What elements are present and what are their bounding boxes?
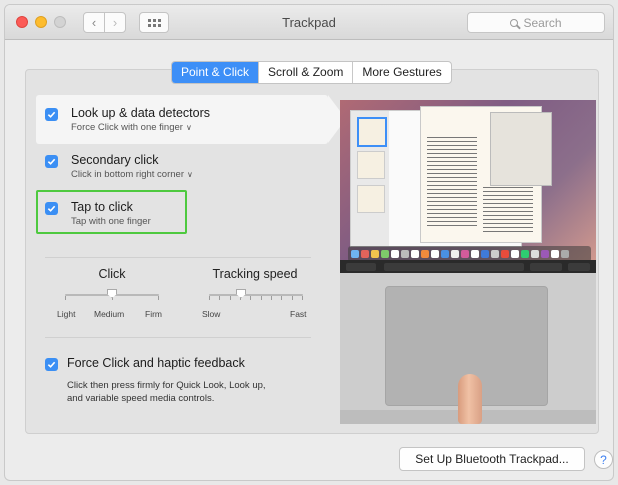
trackpad-window: ‹ › Trackpad Search Point & Click Scroll…	[4, 4, 614, 481]
option-tap-to-click[interactable]: Tap to click Tap with one finger	[45, 199, 151, 228]
tracking-slider-ticks	[209, 296, 303, 300]
search-field[interactable]: Search	[467, 12, 605, 33]
checkmark-icon	[47, 111, 56, 118]
option-subtitle: Tap with one finger	[71, 216, 151, 227]
tracking-slider-label: Tracking speed	[212, 267, 298, 281]
preview-screen	[340, 100, 596, 270]
search-placeholder: Search	[523, 15, 562, 30]
click-medium-label: Medium	[94, 309, 125, 319]
tap-to-click-checkbox[interactable]	[45, 202, 58, 215]
click-light-label: Light	[57, 309, 76, 319]
option-subtitle-menu[interactable]: Click in bottom right corner ∨	[71, 168, 193, 181]
checkmark-icon	[47, 158, 56, 165]
tab-point-click[interactable]: Point & Click	[172, 62, 259, 83]
tracking-slow-label: Slow	[202, 309, 221, 319]
checkmark-icon	[47, 205, 56, 212]
divider	[45, 337, 311, 338]
option-title: Look up & data detectors	[71, 106, 210, 120]
search-icon	[510, 18, 519, 27]
setup-bluetooth-trackpad-button[interactable]: Set Up Bluetooth Trackpad...	[399, 447, 585, 471]
force-click-title: Force Click and haptic feedback	[67, 356, 245, 370]
option-title: Tap to click	[71, 200, 133, 214]
chevron-down-icon: ∨	[185, 123, 192, 132]
look-up-checkbox[interactable]	[45, 108, 58, 121]
titlebar: ‹ › Trackpad Search	[5, 5, 613, 40]
checkmark-icon	[47, 361, 56, 368]
option-subtitle-menu[interactable]: Force Click with one finger ∨	[71, 121, 210, 134]
click-firm-label: Firm	[145, 309, 162, 319]
tracking-slider-track[interactable]	[209, 294, 303, 296]
preview-keyboard	[340, 260, 596, 273]
tab-bar: Point & Click Scroll & Zoom More Gesture…	[171, 61, 452, 84]
tracking-fast-label: Fast	[290, 309, 307, 319]
gesture-preview-image	[340, 100, 596, 424]
option-secondary-click[interactable]: Secondary click Click in bottom right co…	[45, 152, 193, 181]
click-slider-label: Click	[98, 267, 126, 281]
force-click-description: Click then press firmly for Quick Look, …	[67, 380, 266, 404]
help-button[interactable]: ?	[594, 450, 613, 469]
preview-finger	[458, 374, 482, 424]
force-click-checkbox[interactable]	[45, 358, 58, 371]
option-force-click[interactable]: Force Click and haptic feedback	[45, 355, 245, 371]
preview-photo	[490, 112, 552, 186]
tab-scroll-zoom[interactable]: Scroll & Zoom	[258, 62, 352, 83]
chevron-down-icon: ∨	[186, 170, 193, 179]
option-look-up[interactable]: Look up & data detectors Force Click wit…	[45, 105, 210, 134]
divider	[45, 257, 311, 258]
secondary-click-checkbox[interactable]	[45, 155, 58, 168]
option-title: Secondary click	[71, 153, 159, 167]
tab-more-gestures[interactable]: More Gestures	[352, 62, 450, 83]
